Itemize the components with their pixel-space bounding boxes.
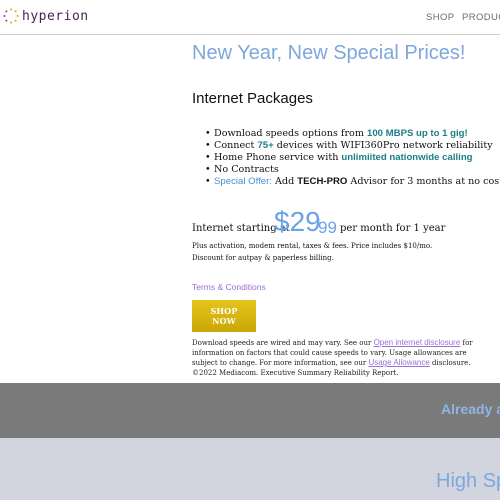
- packages-heading: Internet Packages: [192, 90, 313, 107]
- feature-item-phone: Home Phone service with unlimiited natio…: [205, 152, 494, 164]
- nav-product-link[interactable]: PRODUCT: [462, 12, 500, 23]
- feature-item-contracts: No Contracts: [205, 164, 494, 176]
- terms-link[interactable]: Terms & Conditions: [192, 282, 266, 292]
- feature-list: Download speeds options from 100 MBPS up…: [205, 128, 500, 188]
- brand-logo[interactable]: hyperion: [3, 5, 89, 27]
- speed-section: High Spe: [0, 438, 500, 500]
- feature-item-speed: Download speeds options from 100 MBPS up…: [205, 128, 494, 140]
- brand-name: hyperion: [22, 8, 89, 24]
- sunburst-logo-icon: [3, 8, 19, 24]
- price-fine-print: Plus activation, modem rental, taxes & f…: [192, 242, 433, 250]
- disclaimer-text: Download speeds are wired and may vary. …: [192, 338, 473, 377]
- open-internet-disclosure-link[interactable]: Open internet disclosure: [374, 338, 461, 347]
- price-cents: 99: [318, 218, 337, 237]
- shop-now-button[interactable]: SHOP NOW: [192, 300, 256, 332]
- site-header: hyperion SHOP PRODUCT: [0, 0, 500, 35]
- price-dollars: $29: [274, 206, 321, 237]
- nav-shop-link[interactable]: SHOP: [426, 12, 455, 23]
- price-suffix: per month for 1 year: [340, 223, 446, 234]
- price-fine-print-2: Discount for autpay & paperless billing.: [192, 254, 334, 262]
- customer-banner-heading: Already a: [441, 401, 500, 417]
- usage-allowance-link[interactable]: Usage Allowance: [368, 358, 429, 367]
- feature-item-offer: Special Offer: Add TECH-PRO Advisor for …: [205, 176, 500, 188]
- customer-banner: Already a: [0, 383, 500, 438]
- speed-section-heading: High Spe: [436, 470, 500, 492]
- feature-item-devices: Connect 75+ devices with WIFI360Pro netw…: [205, 140, 494, 152]
- promo-heading: New Year, New Special Prices!: [192, 42, 466, 64]
